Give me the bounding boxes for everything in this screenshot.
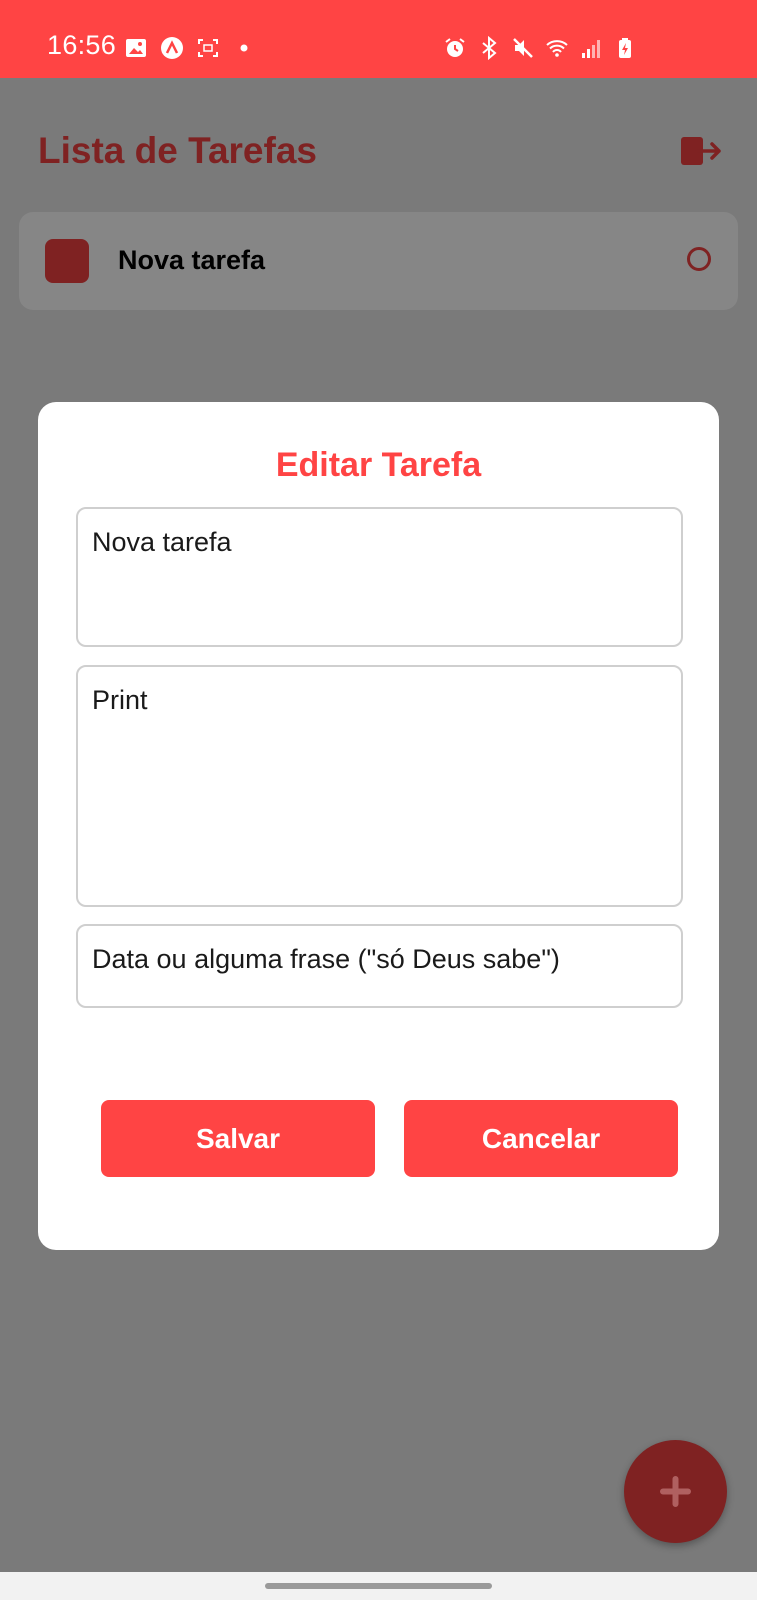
image-icon: [126, 39, 146, 57]
status-left-icons: [124, 36, 256, 60]
screenshot-icon: [198, 39, 218, 57]
edit-task-dialog: Editar Tarefa Nova tarefa Print Data ou …: [38, 402, 719, 1250]
app-notification-icon: [161, 37, 183, 59]
app-header: Lista de Tarefas: [0, 78, 757, 208]
task-item[interactable]: Nova tarefa: [19, 212, 738, 310]
status-bar: 16:56: [0, 0, 757, 78]
home-handle[interactable]: [265, 1583, 492, 1589]
plus-icon: [660, 1476, 691, 1507]
task-label: Nova tarefa: [118, 245, 266, 275]
logout-icon[interactable]: [679, 133, 723, 169]
battery-charging-icon: [619, 38, 631, 58]
dot-icon: [240, 44, 248, 52]
status-time: 16:56: [47, 30, 117, 60]
task-date-value: Data ou alguma frase ("só Deus sabe"): [92, 944, 560, 974]
signal-icon: [582, 40, 600, 58]
task-description-field[interactable]: Print: [76, 665, 683, 907]
status-right-icons: [443, 36, 637, 60]
alarm-icon: [445, 38, 465, 57]
task-title-field[interactable]: Nova tarefa: [76, 507, 683, 647]
cancel-button[interactable]: Cancelar: [404, 1100, 678, 1177]
task-date-field[interactable]: Data ou alguma frase ("só Deus sabe"): [76, 924, 683, 1008]
bluetooth-icon: [482, 36, 497, 60]
add-task-button[interactable]: [624, 1440, 727, 1543]
mute-icon: [513, 38, 533, 58]
task-status-icon[interactable]: [687, 247, 711, 271]
dialog-title: Editar Tarefa: [275, 446, 482, 484]
task-checkbox[interactable]: [45, 239, 89, 283]
wifi-icon: [546, 40, 568, 57]
system-nav-bar: [0, 1572, 757, 1600]
page-title: Lista de Tarefas: [38, 130, 317, 171]
save-button[interactable]: Salvar: [101, 1100, 375, 1177]
